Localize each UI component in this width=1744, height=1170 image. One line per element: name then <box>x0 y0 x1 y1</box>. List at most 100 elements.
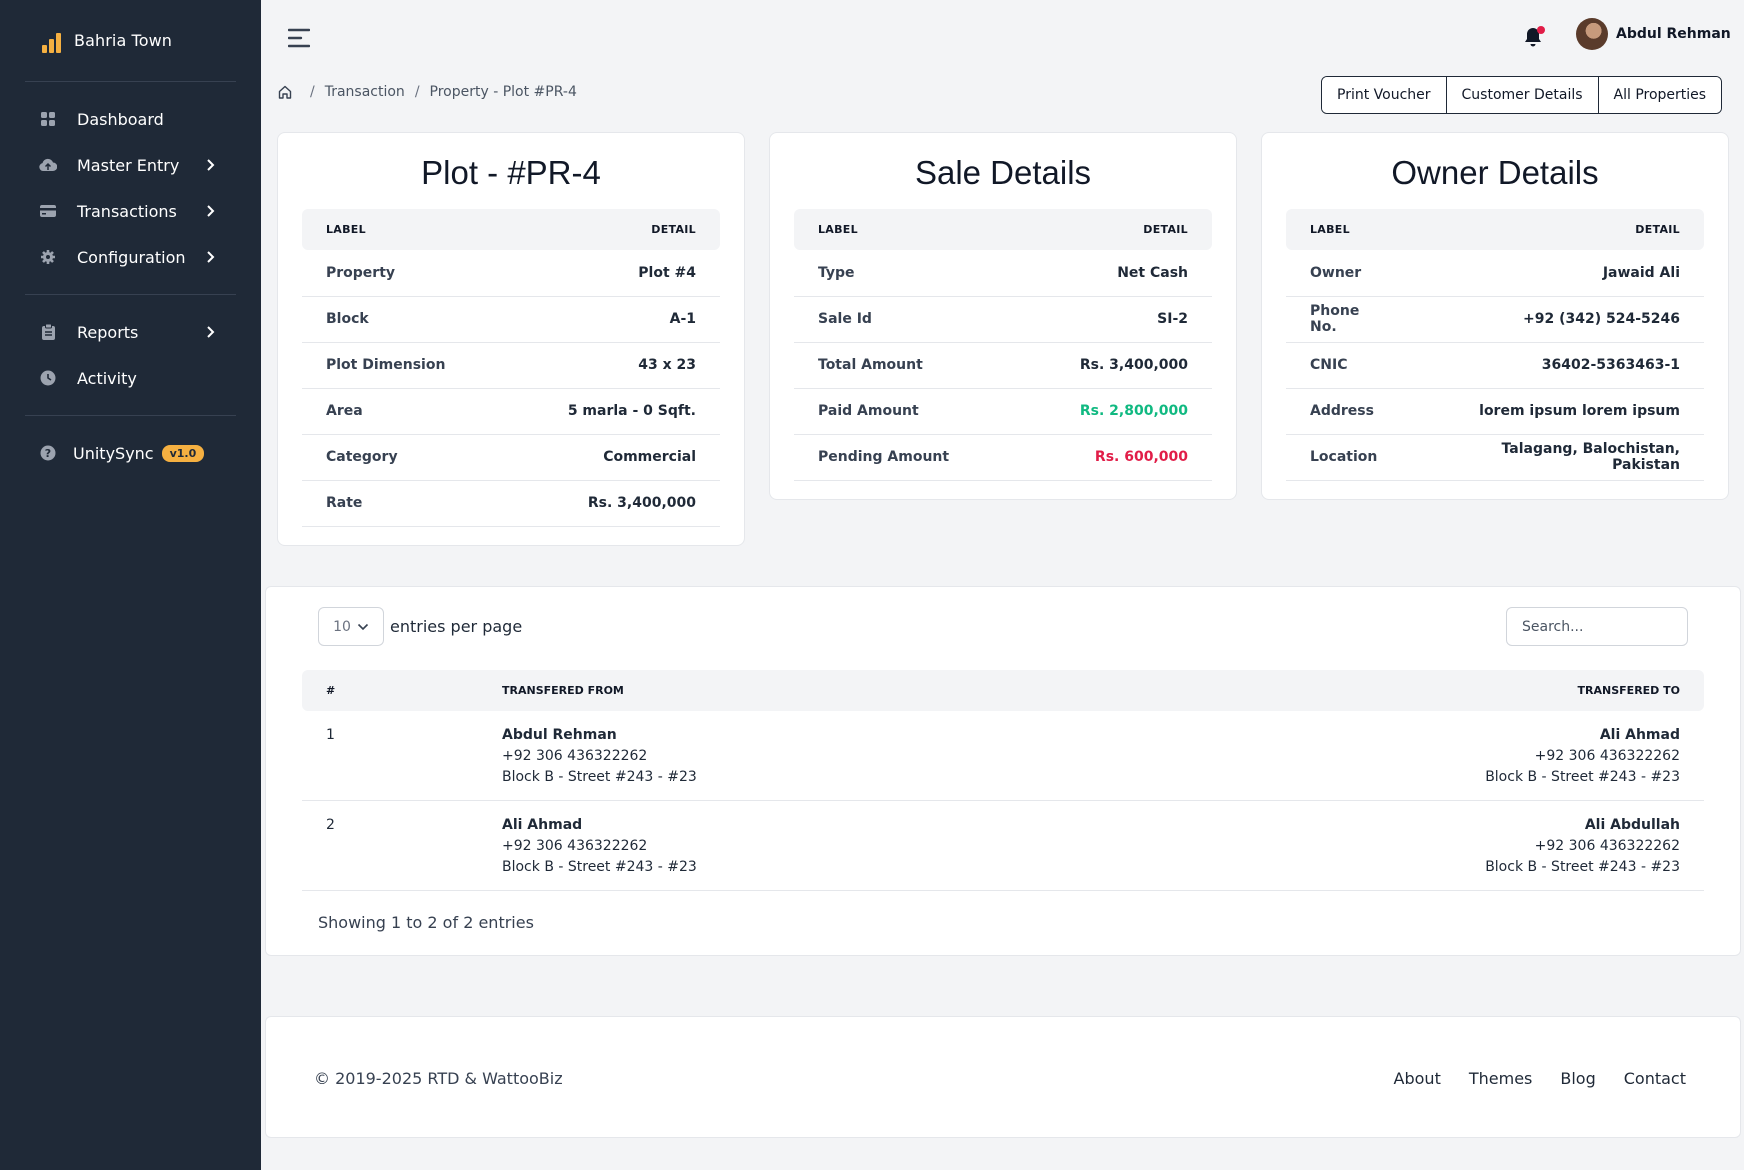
col-detail-header: DETAIL <box>1017 209 1212 250</box>
row-value: +92 (342) 524-5246 <box>1414 296 1704 343</box>
breadcrumb-transaction[interactable]: Transaction <box>325 84 405 100</box>
row-label: Phone No. <box>1286 296 1415 343</box>
table-row: Category Commercial <box>302 434 720 481</box>
row-label: Owner <box>1286 250 1415 297</box>
sidebar-item-configuration[interactable]: Configuration <box>25 234 236 280</box>
svg-text:?: ? <box>45 447 51 460</box>
sidebar-item-label: Activity <box>77 368 137 388</box>
sidebar-item-activity[interactable]: Activity <box>25 355 236 401</box>
footer-link-blog[interactable]: Blog <box>1560 1069 1595 1088</box>
breadcrumb-separator: / <box>310 84 315 100</box>
table-row: Area 5 marla - 0 Sqft. <box>302 388 720 435</box>
app-name: UnitySync <box>73 443 154 463</box>
table-row: Paid Amount Rs. 2,800,000 <box>794 388 1212 435</box>
table-row: CNIC 36402-5363463-1 <box>1286 342 1704 389</box>
breadcrumb-separator: / <box>414 84 420 100</box>
version-badge: v1.0 <box>161 444 205 462</box>
row-label: Sale Id <box>794 296 1018 343</box>
per-page-label: entries per page <box>390 617 523 636</box>
gear-icon <box>39 248 57 266</box>
row-label: Address <box>1286 388 1415 435</box>
entries-per-page: 10 entries per page <box>318 607 522 646</box>
row-label: Type <box>794 250 1018 297</box>
sale-card: Sale Details LABEL DETAIL Type Net Cash S… <box>769 132 1237 500</box>
card-title: Owner Details <box>1391 154 1599 191</box>
brand-logo-icon <box>42 29 62 53</box>
transfered-from: Abdul Rehman +92 306 436322262 Block B -… <box>478 711 1091 801</box>
row-label: Plot Dimension <box>302 342 506 389</box>
help-icon: ? <box>39 444 57 462</box>
brand[interactable]: Bahria Town <box>25 0 236 82</box>
sidebar-item-dashboard[interactable]: Dashboard <box>25 96 236 142</box>
owner-details-table: LABEL DETAIL Owner Jawaid Ali Phone No. +9… <box>1286 209 1704 481</box>
col-detail-header: DETAIL <box>505 209 720 250</box>
col-label-header: LABEL <box>1286 209 1415 250</box>
row-value: A-1 <box>505 296 720 343</box>
action-button-group: Print Voucher Customer Details All Prope… <box>1321 76 1723 114</box>
footer-link-about[interactable]: About <box>1394 1069 1441 1088</box>
per-page-select[interactable]: 10 <box>318 607 384 646</box>
row-value: Rs. 3,400,000 <box>1017 342 1212 389</box>
menu-toggle-icon[interactable] <box>288 28 310 48</box>
chevron-right-icon <box>207 251 215 263</box>
table-row: Rate Rs. 3,400,000 <box>302 480 720 527</box>
to-phone: +92 306 436322262 <box>1534 838 1680 854</box>
from-phone: +92 306 436322262 <box>502 838 648 854</box>
notification-bell-icon[interactable] <box>1523 26 1545 50</box>
col-from-header: TRANSFERED FROM <box>478 670 1091 711</box>
user-name: Abdul Rehman <box>1616 26 1731 42</box>
breadcrumb-current: Property - Plot #PR-4 <box>429 84 577 100</box>
avatar <box>1576 18 1608 50</box>
all-properties-button[interactable]: All Properties <box>1598 77 1722 113</box>
to-address: Block B - Street #243 - #23 <box>1485 769 1680 785</box>
sidebar-item-reports[interactable]: Reports <box>25 309 236 355</box>
table-row: Property Plot #4 <box>302 250 720 297</box>
footer-link-contact[interactable]: Contact <box>1624 1069 1686 1088</box>
footer: © 2019-2025 RTD & WattooBiz About Themes… <box>265 1016 1741 1138</box>
notification-dot <box>1537 26 1545 34</box>
chevron-right-icon <box>207 326 215 338</box>
footer-link-themes[interactable]: Themes <box>1469 1069 1533 1088</box>
home-icon[interactable] <box>278 85 292 99</box>
row-number: 1 <box>302 711 478 801</box>
sale-details-table: LABEL DETAIL Type Net Cash Sale Id SI-2 To… <box>794 209 1212 481</box>
row-value: Plot #4 <box>505 250 720 297</box>
row-value: 5 marla - 0 Sqft. <box>505 388 720 435</box>
from-name: Abdul Rehman <box>502 727 617 743</box>
transfered-from: Ali Ahmad +92 306 436322262 Block B - St… <box>478 800 1091 891</box>
chevron-right-icon <box>207 205 215 217</box>
table-row: Location Talagang, Balochistan, Pakistan <box>1286 434 1704 481</box>
sidebar-nav-main: Dashboard Master Entry Transactions Conf… <box>25 82 236 294</box>
row-label: Area <box>302 388 506 435</box>
plot-details-table: LABEL DETAIL Property Plot #4 Block A-1 Pl… <box>302 209 720 527</box>
row-value: Talagang, Balochistan, Pakistan <box>1414 434 1704 481</box>
print-voucher-button[interactable]: Print Voucher <box>1322 77 1447 113</box>
pagination-info: Showing 1 to 2 of 2 entries <box>318 913 534 932</box>
sidebar-item-transactions[interactable]: Transactions <box>25 188 236 234</box>
sidebar-item-master-entry[interactable]: Master Entry <box>25 142 236 188</box>
sidebar-nav-reports: Reports Activity <box>25 294 236 415</box>
transfered-to: Ali Abdullah +92 306 436322262 Block B -… <box>1091 800 1704 891</box>
transfers-panel: 10 entries per page # TRANSFERED FROM TR… <box>265 586 1741 956</box>
table-row: Owner Jawaid Ali <box>1286 250 1704 297</box>
table-row: 2 Ali Ahmad +92 306 436322262 Block B - … <box>302 800 1704 891</box>
table-row: Total Amount Rs. 3,400,000 <box>794 342 1212 389</box>
col-label-header: LABEL <box>794 209 1018 250</box>
transfers-table: # TRANSFERED FROM TRANSFERED TO 1 Abdul … <box>302 670 1704 891</box>
customer-details-button[interactable]: Customer Details <box>1446 77 1599 113</box>
transfered-to: Ali Ahmad +92 306 436322262 Block B - St… <box>1091 711 1704 801</box>
chevron-right-icon <box>207 159 215 171</box>
row-value: 36402-5363463-1 <box>1414 342 1704 389</box>
user-menu[interactable]: Abdul Rehman <box>1576 18 1731 50</box>
sidebar-item-unitysync[interactable]: ? UnitySync v1.0 <box>25 430 236 476</box>
table-row: Phone No. +92 (342) 524-5246 <box>1286 296 1704 343</box>
breadcrumb: / Transaction / Property - Plot #PR-4 <box>278 84 577 100</box>
search-input[interactable] <box>1506 607 1688 646</box>
clipboard-icon <box>39 323 57 341</box>
table-row: Address lorem ipsum lorem ipsum <box>1286 388 1704 435</box>
row-value: Jawaid Ali <box>1414 250 1704 297</box>
card-title: Plot - #PR-4 <box>421 154 601 191</box>
sidebar-item-label: Transactions <box>77 201 177 221</box>
sidebar-item-label: Master Entry <box>77 155 180 175</box>
per-page-value: 10 <box>333 618 351 635</box>
